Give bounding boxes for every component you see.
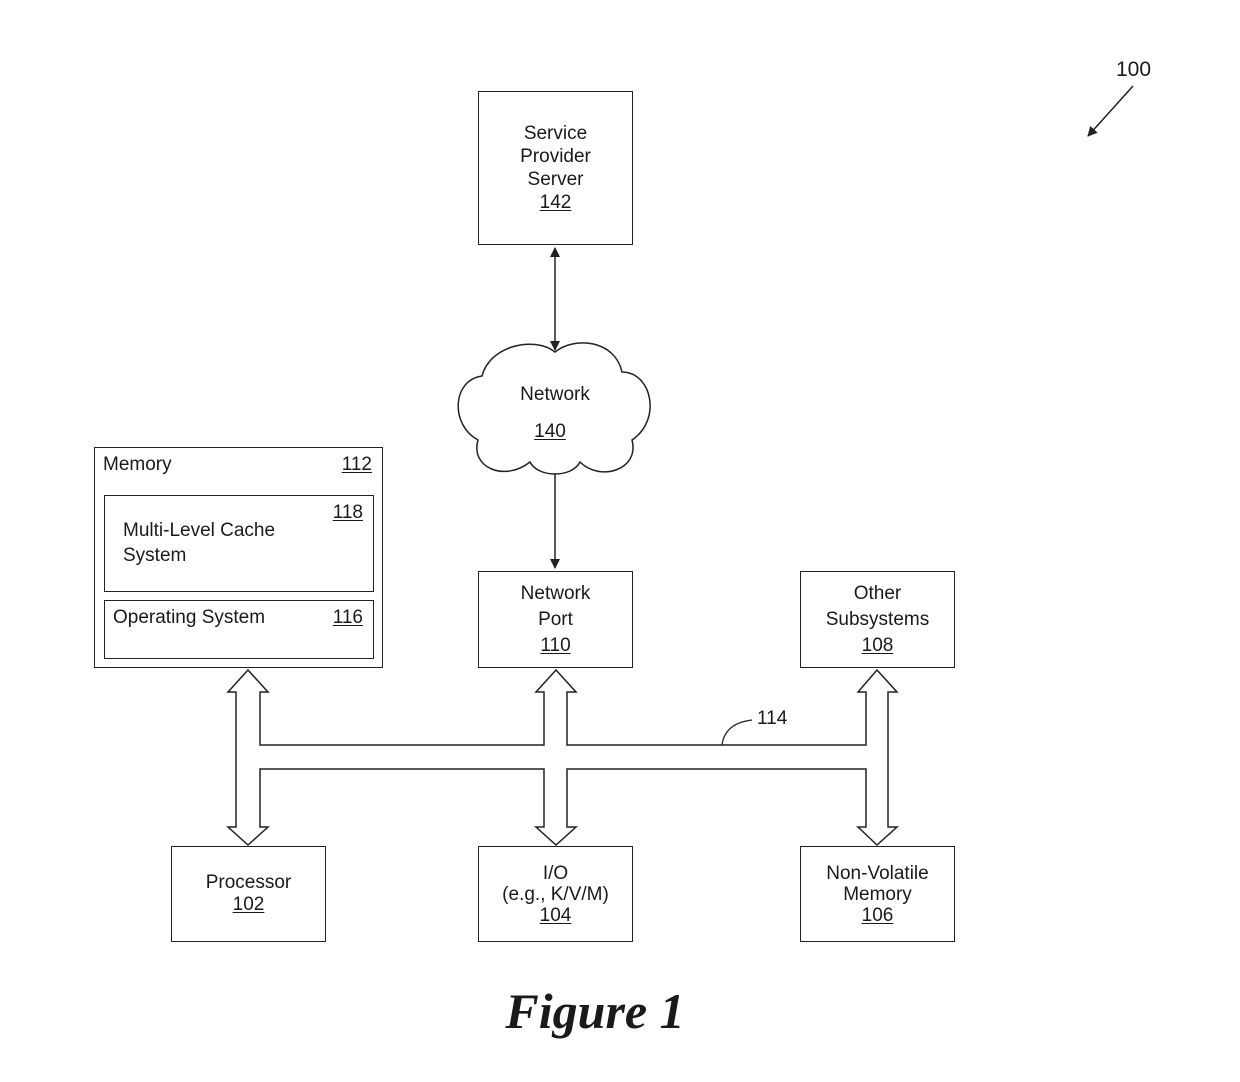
io-line-1: I/O (542, 862, 569, 884)
nvm-line-2: Memory (843, 883, 912, 905)
io-ref: 104 (539, 904, 572, 926)
os-label: Operating System (113, 607, 266, 628)
cache-ref: 118 (332, 502, 363, 523)
server-line-2: Provider (520, 146, 591, 167)
cache-line-2: System (123, 545, 187, 566)
processor-label: Processor (205, 872, 292, 893)
cache-line-1: Multi-Level Cache (123, 520, 276, 541)
service-provider-server-box: Service Provider Server 142 (478, 91, 633, 245)
operating-system-box: Operating System 116 (104, 600, 374, 659)
network-label: Network (520, 384, 590, 405)
port-line-2: Port (538, 608, 573, 630)
io-box: I/O (e.g., K/V/M) 104 (478, 846, 633, 942)
nvm-ref: 106 (861, 904, 894, 926)
memory-box: Memory 112 Multi-Level Cache System 118 … (94, 447, 383, 668)
multi-level-cache-box: Multi-Level Cache System 118 (104, 495, 374, 592)
other-line-1: Other (853, 582, 902, 604)
other-line-2: Subsystems (825, 608, 930, 630)
server-line-3: Server (527, 169, 584, 190)
bus-ref-leader (721, 719, 753, 746)
figure-caption: Figure 1 (505, 983, 685, 1039)
port-ref: 110 (540, 634, 571, 656)
bus-ref-label: 114 (757, 708, 788, 729)
figure-ref-arrow (1087, 85, 1134, 137)
other-subsystems-box: Other Subsystems 108 (800, 571, 955, 668)
other-ref: 108 (861, 634, 894, 656)
network-cloud (457, 342, 651, 475)
nvm-line-1: Non-Volatile (826, 862, 929, 884)
figure-ref-label: 100 (1116, 58, 1152, 81)
processor-ref: 102 (232, 894, 265, 915)
system-bus (226, 668, 899, 847)
port-line-1: Network (520, 582, 591, 604)
os-ref: 116 (332, 607, 363, 628)
memory-ref: 112 (341, 454, 372, 475)
network-port-box: Network Port 110 (478, 571, 633, 668)
network-ref: 140 (534, 421, 566, 442)
non-volatile-memory-box: Non-Volatile Memory 106 (800, 846, 955, 942)
io-line-2: (e.g., K/V/M) (502, 883, 609, 905)
server-ref: 142 (539, 192, 572, 213)
server-line-1: Service (523, 123, 588, 144)
memory-label: Memory (103, 454, 172, 475)
processor-box: Processor 102 (171, 846, 326, 942)
